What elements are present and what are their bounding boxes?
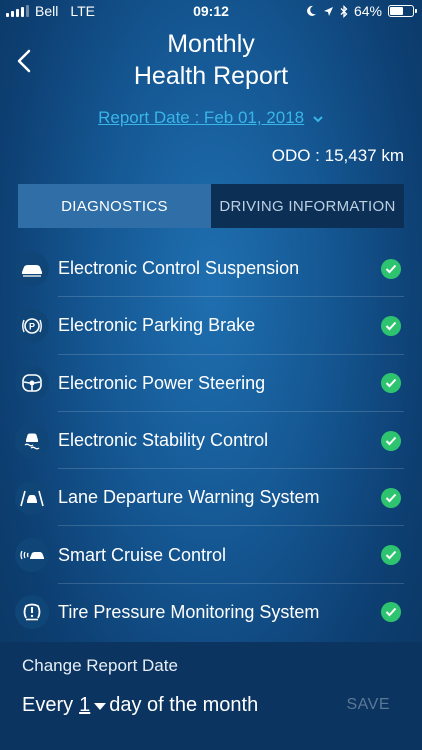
lane-departure-icon (15, 480, 49, 515)
diagnostic-label: Electronic Control Suspension (58, 258, 300, 279)
list-item: Smart Cruise Control (0, 526, 422, 584)
list-item: Electronic Stability Control (0, 412, 422, 470)
tab-diagnostics[interactable]: DIAGNOSTICS (18, 184, 211, 228)
tire-pressure-icon (15, 595, 49, 630)
caret-down-icon[interactable] (93, 701, 107, 711)
report-day-selector-row: Every 1 day of the month (22, 694, 258, 717)
svg-text:P: P (29, 321, 35, 331)
day-of-month-suffix: day of the month (109, 694, 259, 716)
list-item: Electronic Power Steering (0, 355, 422, 412)
diagnostic-label: Tire Pressure Monitoring System (58, 601, 320, 622)
list-item: Electronic Control Suspension (0, 240, 422, 298)
status-bar: Bell LTE 09:12 64% (0, 0, 422, 22)
battery-percent: 64% (353, 3, 382, 19)
save-button[interactable]: SAVE (347, 696, 391, 714)
list-item: Lane Departure Warning System (0, 469, 422, 527)
diagnostic-label: Smart Cruise Control (58, 544, 227, 565)
page-title: Monthly Health Report (0, 28, 422, 92)
stability-control-icon (15, 423, 49, 458)
odometer-reading: ODO : 15,437 km (271, 146, 404, 165)
check-icon (381, 430, 401, 451)
report-date-selector[interactable]: Report Date : Feb 01, 2018 (0, 108, 422, 128)
diagnostics-list: Electronic Control Suspension P Electron… (0, 240, 422, 641)
title-line-2: Health Report (133, 62, 289, 90)
diagnostic-label: Electronic Stability Control (58, 430, 269, 451)
report-date-text: Report Date : Feb 01, 2018 (98, 108, 305, 127)
every-prefix: Every (22, 694, 74, 716)
list-item: P Electronic Parking Brake (0, 297, 422, 355)
parking-brake-icon: P (15, 308, 49, 343)
check-icon (381, 258, 401, 279)
check-icon (381, 602, 401, 623)
diagnostic-label: Lane Departure Warning System (58, 487, 320, 508)
cruise-control-icon (15, 538, 49, 573)
change-report-panel: Change Report Date Every 1 day of the mo… (0, 642, 422, 750)
battery-fill (390, 7, 403, 15)
steering-wheel-icon (15, 366, 49, 401)
check-icon (381, 487, 401, 508)
status-right: 64% (305, 3, 417, 19)
chevron-down-icon (313, 115, 323, 122)
car-suspension-icon (15, 251, 49, 286)
diagnostic-label: Electronic Parking Brake (58, 315, 256, 336)
tab-driving-information[interactable]: DRIVING INFORMATION (211, 184, 404, 228)
bluetooth-icon (340, 4, 348, 18)
title-line-1: Monthly (167, 30, 255, 58)
battery-icon (388, 5, 417, 17)
check-icon (381, 373, 401, 394)
list-item: Tire Pressure Monitoring System (0, 584, 422, 641)
diagnostic-label: Electronic Power Steering (58, 372, 266, 393)
moon-icon (307, 5, 316, 16)
check-icon (381, 545, 401, 566)
tab-bar: DIAGNOSTICS DRIVING INFORMATION (18, 184, 404, 228)
change-report-label: Change Report Date (22, 656, 178, 675)
location-arrow-icon (323, 6, 333, 16)
check-icon (381, 315, 401, 336)
day-dropdown[interactable]: 1 (79, 694, 90, 717)
